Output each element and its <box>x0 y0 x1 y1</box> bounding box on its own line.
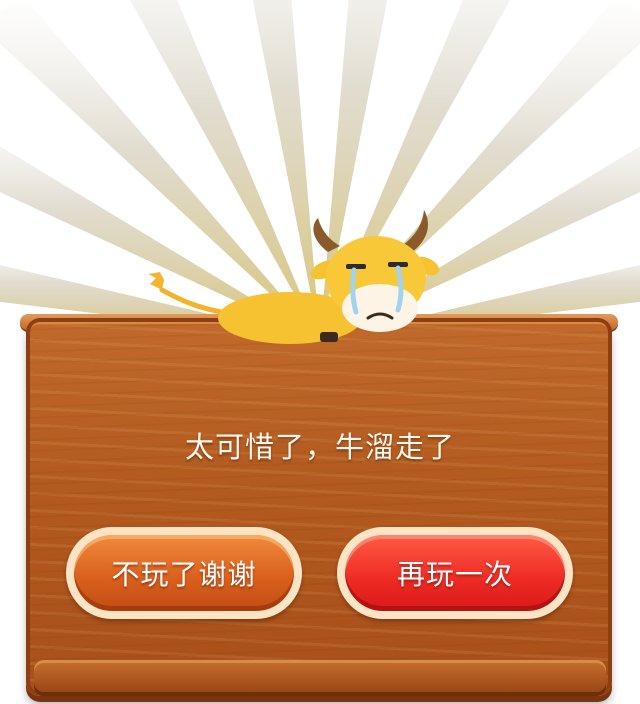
signboard-bottom-plank <box>34 660 606 692</box>
play-again-button[interactable]: 再玩一次 <box>337 527 573 619</box>
cow-hoof-tip <box>320 332 338 342</box>
result-message: 太可惜了，牛溜走了 <box>184 430 455 464</box>
quit-button-label[interactable]: 不玩了谢谢 <box>74 535 294 611</box>
play-again-button-label[interactable]: 再玩一次 <box>345 535 565 611</box>
cow-eye-left <box>346 264 366 269</box>
wooden-signboard <box>26 318 612 696</box>
cow-horn-left <box>313 218 340 252</box>
cow-tear-right <box>395 265 404 313</box>
quit-button[interactable]: 不玩了谢谢 <box>66 527 302 619</box>
cow-tail-tuft <box>148 272 164 290</box>
crying-cow-icon <box>148 210 440 344</box>
